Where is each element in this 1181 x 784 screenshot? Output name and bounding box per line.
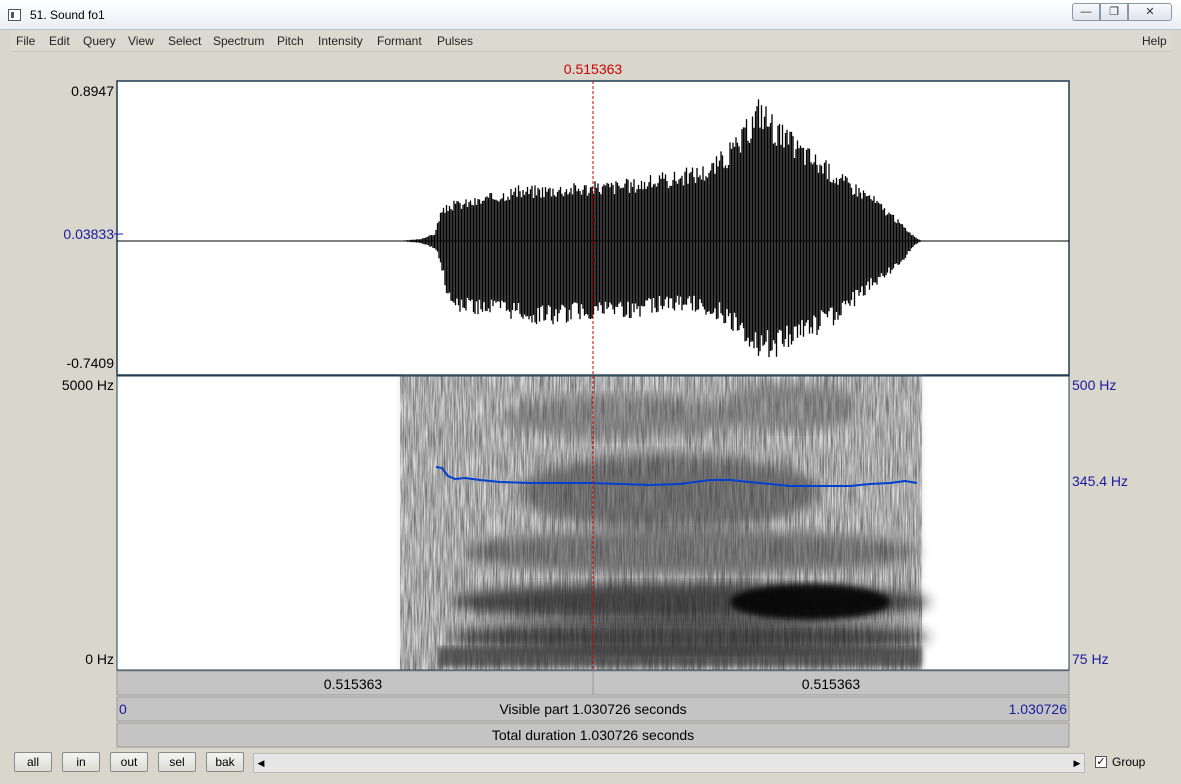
spectrogram bbox=[400, 376, 930, 670]
horizontal-scrollbar[interactable]: ◀ ▶ bbox=[253, 753, 1085, 773]
spectrogram-freq-max-label: 5000 Hz bbox=[62, 377, 114, 393]
cursor-time-label: 0.515363 bbox=[564, 61, 623, 77]
menu-file[interactable]: File bbox=[16, 34, 35, 48]
pitch-min-label: 75 Hz bbox=[1072, 651, 1109, 667]
spectrogram-freq-min-label: 0 Hz bbox=[85, 651, 114, 667]
editor-canvas[interactable]: 0.515363 0.8947 0.03833 -0.7409 5000 Hz … bbox=[10, 52, 1172, 748]
title-bar[interactable]: 51. Sound fo1 — ❐ ✕ bbox=[0, 0, 1181, 30]
menu-pitch[interactable]: Pitch bbox=[277, 34, 304, 48]
menu-spectrum[interactable]: Spectrum bbox=[213, 34, 264, 48]
total-duration-label: Total duration 1.030726 seconds bbox=[492, 727, 694, 743]
pitch-max-label: 500 Hz bbox=[1072, 377, 1116, 393]
zoom-back-button[interactable]: bak bbox=[206, 752, 244, 772]
maximize-button[interactable]: ❐ bbox=[1100, 3, 1128, 21]
menu-pulses[interactable]: Pulses bbox=[437, 34, 473, 48]
bottom-toolbar: all in out sel bak ◀ ▶ ✓ Group bbox=[0, 748, 1181, 784]
menu-intensity[interactable]: Intensity bbox=[318, 34, 363, 48]
sound-editor: 0.515363 0.8947 0.03833 -0.7409 5000 Hz … bbox=[10, 52, 1172, 748]
group-label: Group bbox=[1112, 755, 1146, 769]
zoom-out-button[interactable]: out bbox=[110, 752, 148, 772]
menu-bar: File Edit Query View Select Spectrum Pit… bbox=[10, 31, 1172, 52]
menu-select[interactable]: Select bbox=[168, 34, 201, 48]
menu-edit[interactable]: Edit bbox=[49, 34, 70, 48]
left-segment-label: 0.515363 bbox=[324, 676, 383, 692]
scroll-right-arrow-icon[interactable]: ▶ bbox=[1070, 754, 1084, 772]
window-title: 51. Sound fo1 bbox=[30, 8, 105, 22]
menu-formant[interactable]: Formant bbox=[377, 34, 422, 48]
visible-part-label: Visible part 1.030726 seconds bbox=[499, 701, 686, 717]
pitch-current-label: 345.4 Hz bbox=[1072, 473, 1128, 489]
praat-window-icon bbox=[8, 9, 21, 21]
waveform-ymid-label: 0.03833 bbox=[63, 226, 114, 242]
zoom-in-button[interactable]: in bbox=[62, 752, 100, 772]
group-checkbox[interactable]: ✓ bbox=[1095, 756, 1107, 768]
right-segment-label: 0.515363 bbox=[802, 676, 861, 692]
waveform-ymin-label: -0.7409 bbox=[67, 355, 115, 371]
menu-view[interactable]: View bbox=[128, 34, 154, 48]
minimize-button[interactable]: — bbox=[1072, 3, 1100, 21]
menu-help[interactable]: Help bbox=[1142, 34, 1167, 48]
waveform-ymax-label: 0.8947 bbox=[71, 83, 114, 99]
visible-end-label: 1.030726 bbox=[1009, 701, 1068, 717]
scroll-left-arrow-icon[interactable]: ◀ bbox=[254, 754, 268, 772]
zoom-all-button[interactable]: all bbox=[14, 752, 52, 772]
menu-query[interactable]: Query bbox=[83, 34, 116, 48]
visible-start-label: 0 bbox=[119, 701, 127, 717]
close-button[interactable]: ✕ bbox=[1128, 3, 1172, 21]
zoom-selection-button[interactable]: sel bbox=[158, 752, 196, 772]
